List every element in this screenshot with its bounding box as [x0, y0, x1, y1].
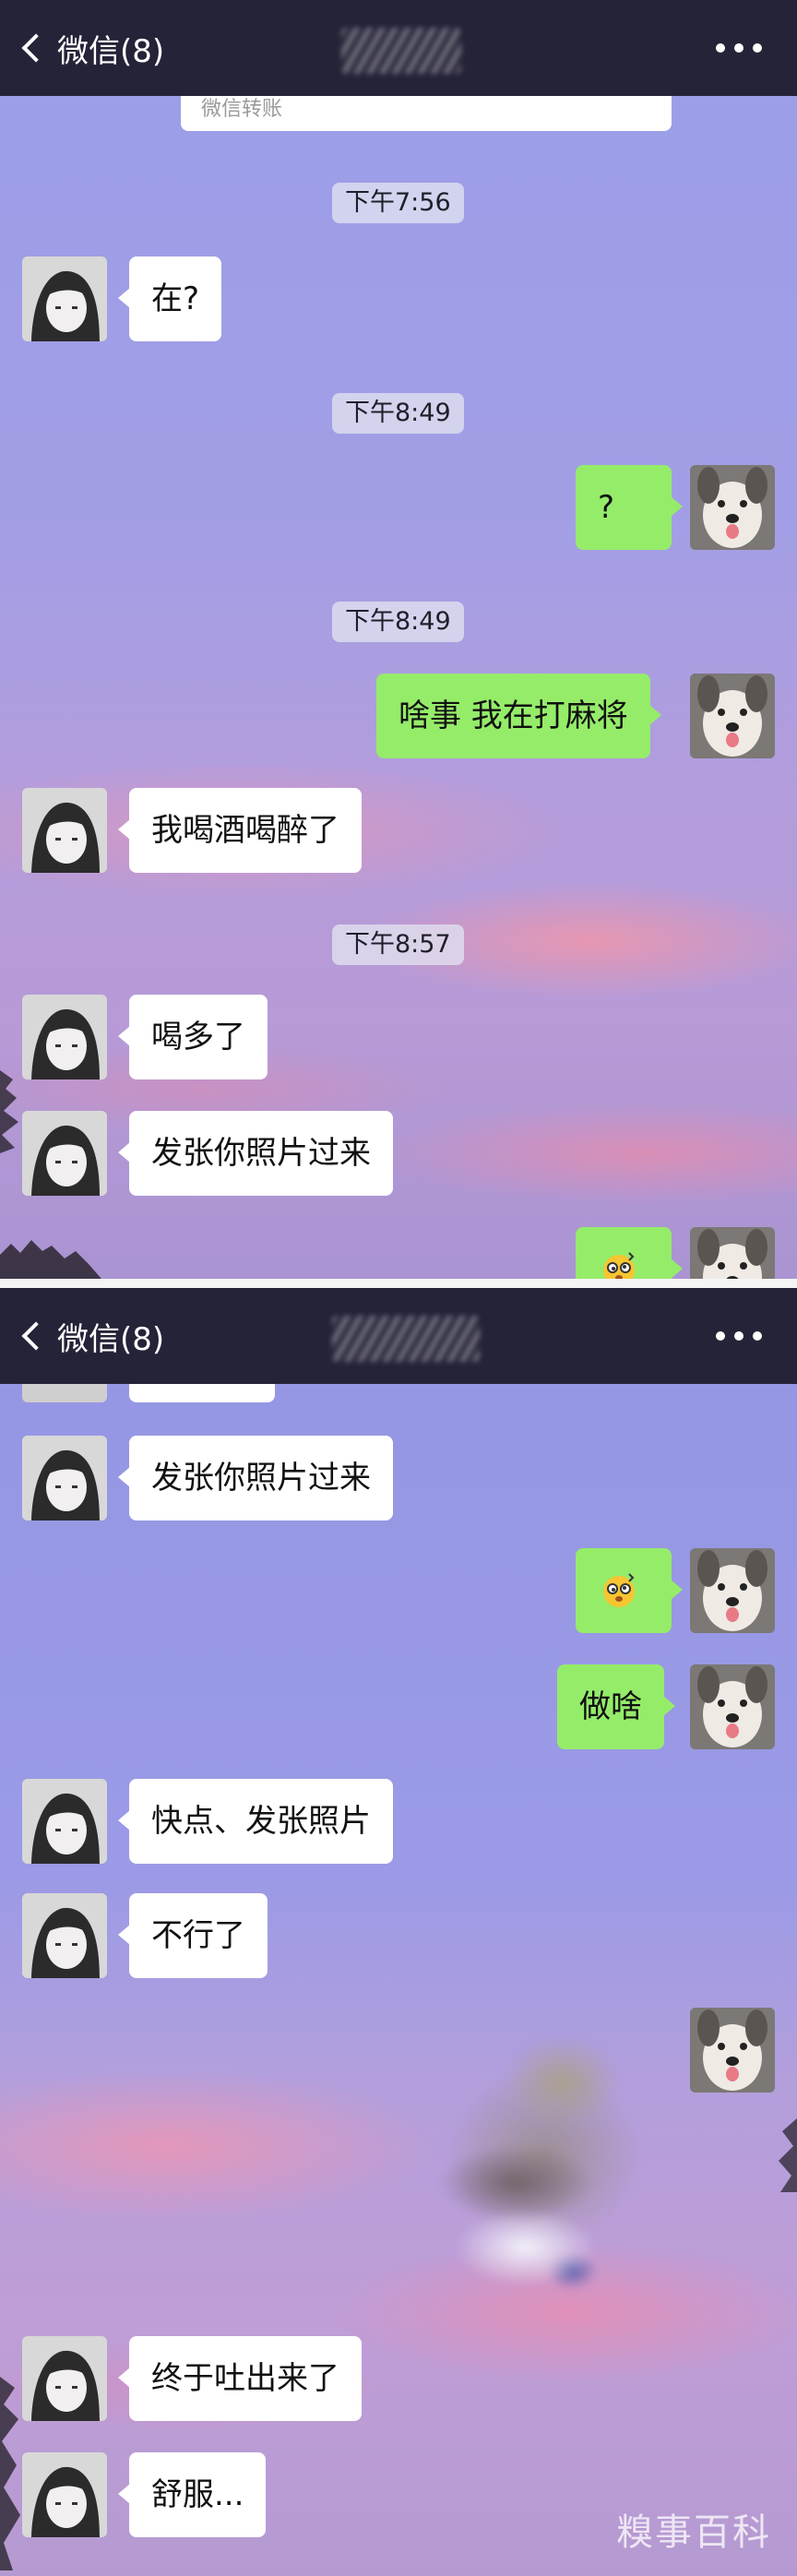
contact-avatar[interactable]: [22, 2452, 107, 2537]
chat-header: 微信(8): [0, 0, 797, 96]
dizzy-face-emoji: [603, 1251, 635, 1279]
blurred-photo-message[interactable]: [415, 2008, 673, 2303]
back-button[interactable]: 微信(8): [17, 1308, 164, 1364]
contact-avatar[interactable]: [22, 256, 107, 341]
message-bubble-incoming[interactable]: 舒服...: [117, 2452, 267, 2537]
message-bubble-incoming[interactable]: 发张你照片过来: [118, 1111, 393, 1196]
message-bubble-incoming[interactable]: 在?: [117, 256, 222, 341]
own-avatar[interactable]: [690, 1227, 775, 1279]
message-bubble-outgoing[interactable]: [576, 1548, 683, 1633]
message-bubble-incoming[interactable]: 我喝酒喝醉了: [118, 788, 362, 873]
message-bubble-outgoing[interactable]: ?: [576, 465, 683, 550]
own-avatar[interactable]: [690, 2008, 775, 2093]
message-bubble-incoming[interactable]: 快点、发张照片: [118, 1779, 393, 1864]
tree-silhouette: [0, 2377, 20, 2570]
message-bubble-outgoing[interactable]: [576, 1227, 683, 1279]
message-bubble-cutoff: [129, 1384, 275, 1402]
contact-avatar[interactable]: [22, 1436, 107, 1521]
own-avatar[interactable]: [690, 1548, 775, 1633]
timestamp: 下午8:57: [332, 924, 464, 965]
panel-divider: [0, 1279, 797, 1288]
contact-name-redacted: [332, 1316, 480, 1362]
transfer-card[interactable]: 微信转账: [181, 96, 672, 131]
timestamp: 下午8:49: [332, 602, 464, 642]
message-bubble-incoming[interactable]: 终于吐出来了: [118, 2336, 362, 2421]
contact-avatar-cutoff: [22, 1384, 107, 1402]
dizzy-face-emoji: [603, 1572, 635, 1607]
tree-silhouette: [0, 1240, 101, 1279]
contact-avatar[interactable]: [22, 2336, 107, 2421]
timestamp: 下午8:49: [332, 393, 464, 434]
own-avatar[interactable]: [690, 1664, 775, 1749]
tree-silhouette: [0, 1070, 18, 1153]
message-bubble-incoming[interactable]: 发张你照片过来: [118, 1436, 393, 1521]
back-label: 微信(8): [57, 1320, 165, 1358]
chat-screenshot-1: 微信(8) 微信转账 下午7:56 在? 下午8:49 ? 下午8:49 啥事 …: [0, 0, 797, 1279]
transfer-card-label: 微信转账: [201, 98, 283, 121]
contact-avatar[interactable]: [22, 788, 107, 873]
message-bubble-outgoing[interactable]: 啥事 我在打麻将: [376, 674, 661, 758]
contact-name-redacted: [341, 28, 461, 74]
back-button[interactable]: 微信(8): [17, 20, 164, 76]
message-bubble-incoming[interactable]: 不行了: [118, 1893, 268, 1978]
chat-screenshot-2: 微信(8) 发张你照片过来 做啥 快点、发张照片 不行了 终于吐出来了 舒服..…: [0, 1288, 797, 2576]
more-dots-icon[interactable]: [716, 37, 771, 59]
timestamp: 下午7:56: [332, 183, 464, 223]
chat-header: 微信(8): [0, 1288, 797, 1384]
message-bubble-outgoing[interactable]: 做啥: [557, 1664, 675, 1749]
watermark: 糗事百科: [616, 2511, 771, 2554]
chevron-left-icon: [21, 33, 51, 63]
own-avatar[interactable]: [690, 465, 775, 550]
contact-avatar[interactable]: [22, 1893, 107, 1978]
own-avatar[interactable]: [690, 674, 775, 758]
back-label: 微信(8): [57, 32, 165, 70]
message-bubble-incoming[interactable]: 喝多了: [118, 995, 268, 1079]
chevron-left-icon: [21, 1321, 51, 1351]
contact-avatar[interactable]: [22, 995, 107, 1079]
tree-silhouette: [779, 2118, 797, 2192]
more-dots-icon[interactable]: [716, 1325, 771, 1347]
contact-avatar[interactable]: [22, 1779, 107, 1864]
